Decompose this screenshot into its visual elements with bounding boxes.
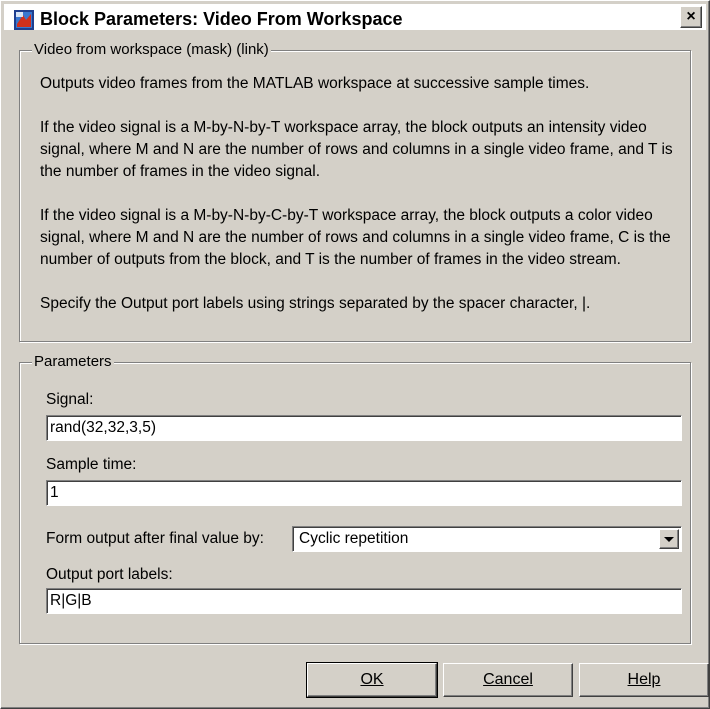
parameters-group-legend: Parameters [32, 353, 114, 370]
output-port-labels-input[interactable]: R|G|B [46, 588, 682, 614]
signal-input[interactable]: rand(32,32,3,5) [46, 415, 682, 441]
sample-time-input[interactable]: 1 [46, 480, 682, 506]
description-paragraph: If the video signal is a M-by-N-by-T wor… [40, 119, 673, 180]
close-button[interactable]: × [680, 6, 702, 28]
sample-time-label: Sample time: [46, 456, 137, 473]
mask-description: Outputs video frames from the MATLAB wor… [40, 73, 680, 315]
mask-group-legend: Video from workspace (mask) (link) [32, 41, 271, 58]
simulink-block-icon [14, 10, 34, 30]
ok-button-label: OK [360, 671, 384, 688]
close-icon: × [686, 8, 696, 25]
form-output-label: Form output after final value by: [46, 530, 264, 547]
parameters-group: Parameters Signal: rand(32,32,3,5) Sampl… [19, 353, 691, 644]
dialog-window: Block Parameters: Video From Workspace ×… [0, 0, 710, 709]
description-paragraph: Outputs video frames from the MATLAB wor… [40, 75, 590, 92]
signal-label: Signal: [46, 391, 94, 408]
window-title: Block Parameters: Video From Workspace [40, 9, 403, 29]
help-button-label: Help [627, 671, 661, 688]
title-bar[interactable]: Block Parameters: Video From Workspace × [4, 4, 706, 30]
help-button[interactable]: Help [579, 663, 709, 697]
cancel-button[interactable]: Cancel [443, 663, 573, 697]
description-paragraph: Specify the Output port labels using str… [40, 295, 591, 312]
cancel-button-label: Cancel [483, 671, 533, 688]
form-output-dropdown[interactable]: Cyclic repetition [292, 526, 682, 552]
description-paragraph: If the video signal is a M-by-N-by-C-by-… [40, 207, 671, 268]
output-port-labels-label: Output port labels: [46, 566, 173, 583]
ok-button[interactable]: OK [306, 662, 438, 698]
form-output-selected: Cyclic repetition [299, 530, 409, 547]
chevron-down-icon[interactable] [659, 529, 679, 549]
mask-description-group: Video from workspace (mask) (link) Outpu… [19, 41, 691, 342]
